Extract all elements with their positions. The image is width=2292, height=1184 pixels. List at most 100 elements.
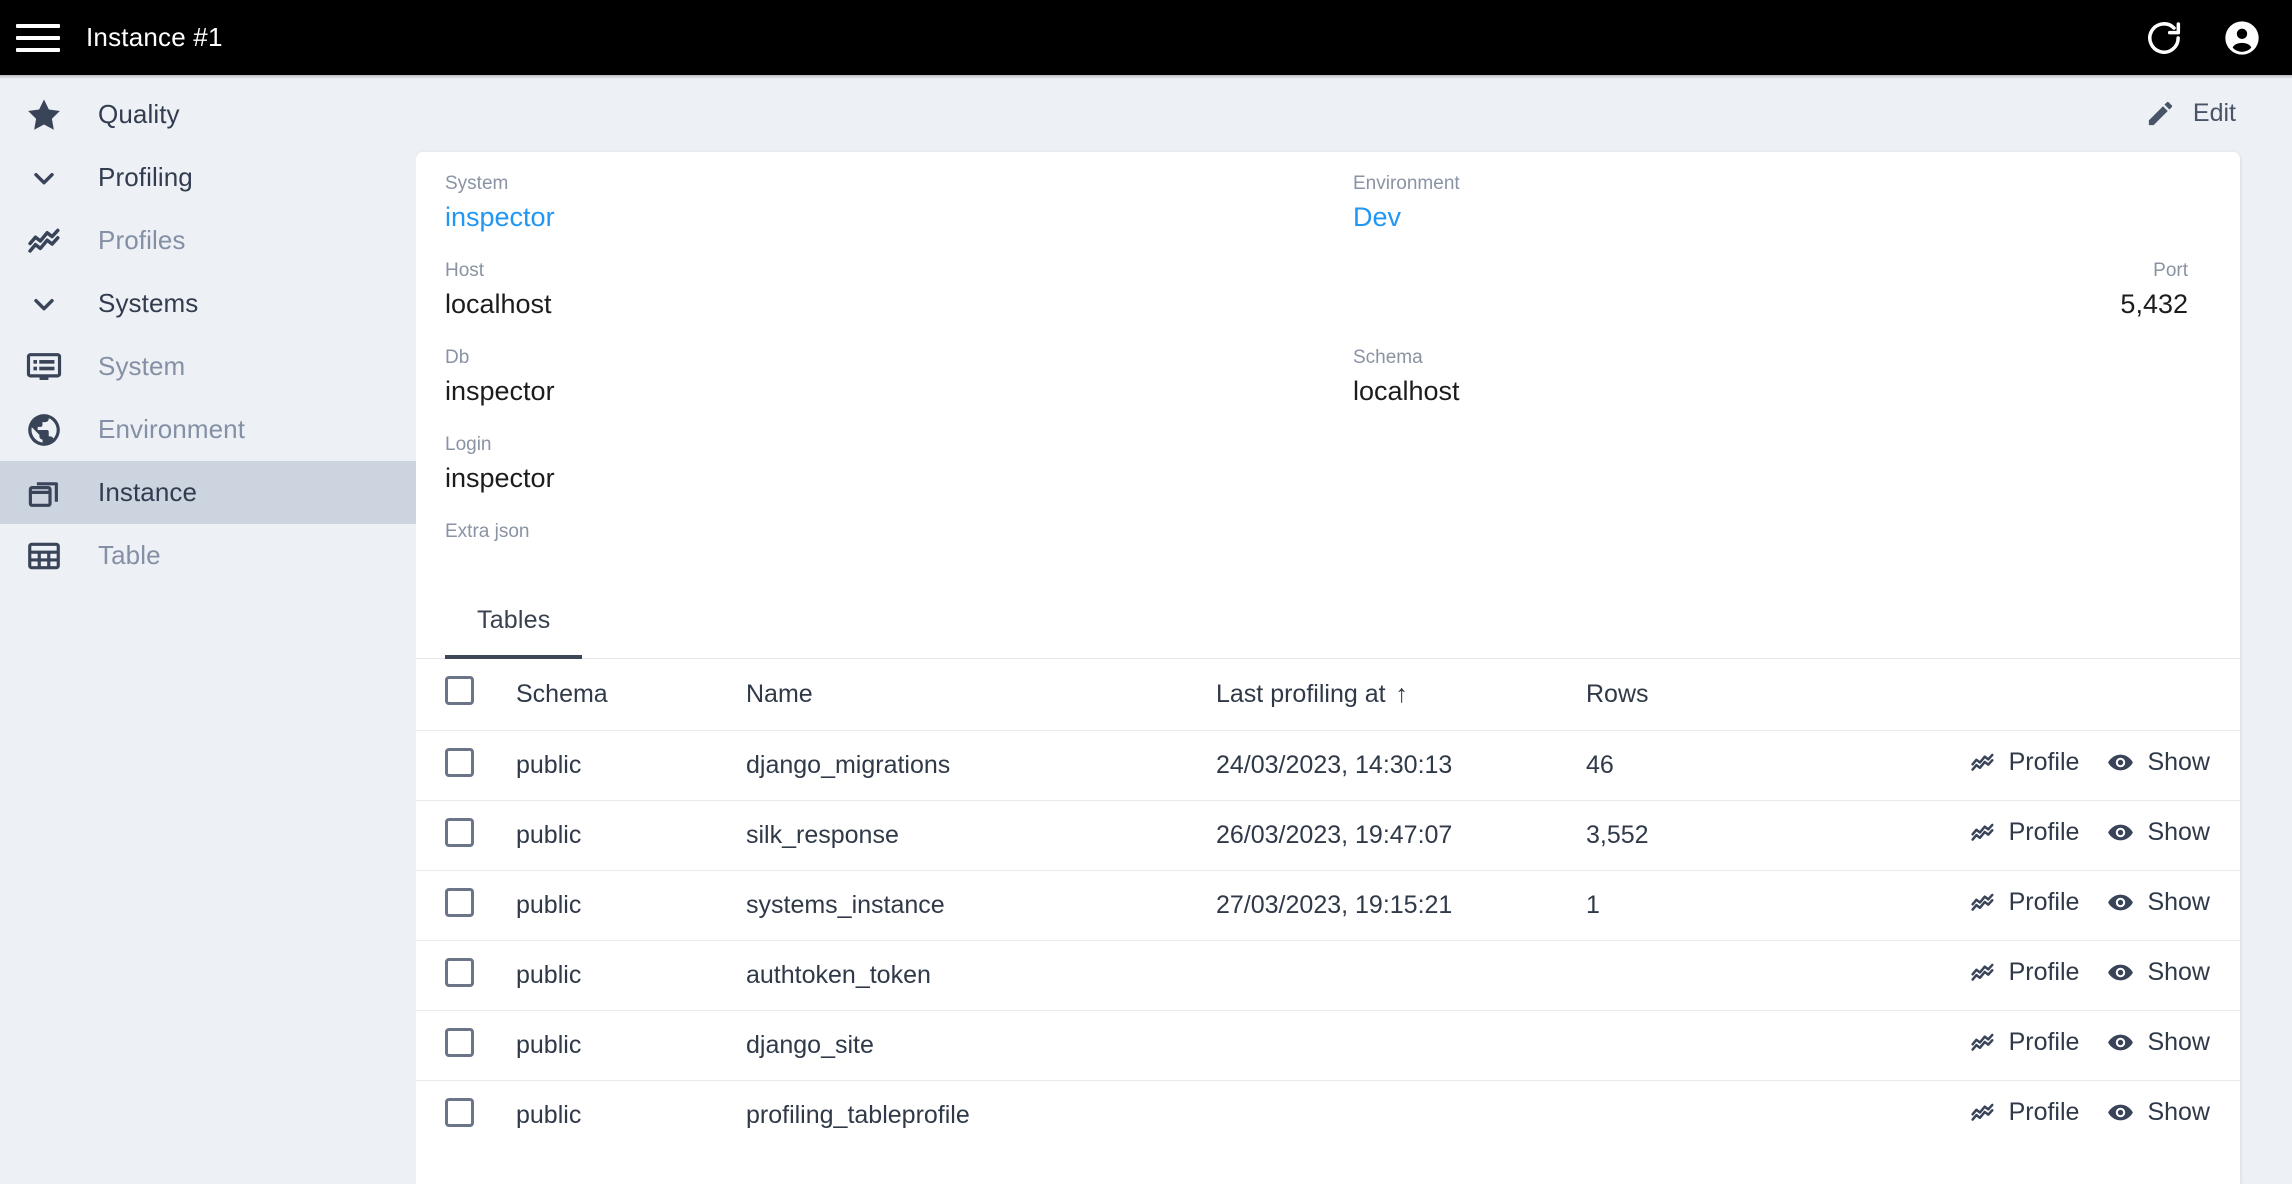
cell-actions: Profile Show <box>1896 871 2240 941</box>
table-row[interactable]: public profiling_tableprofile Profile Sh… <box>416 1080 2240 1151</box>
page-title: Instance #1 <box>86 22 223 52</box>
table-header-row: Schema Name Last profiling at ↑ Rows <box>416 659 2240 731</box>
show-button[interactable]: Show <box>2107 748 2210 777</box>
table-row[interactable]: public systems_instance 27/03/2023, 19:1… <box>416 870 2240 941</box>
profile-button[interactable]: Profile <box>1969 888 2080 917</box>
instance-details: System inspector Environment Dev Host lo… <box>416 152 2240 578</box>
chevron-down-icon <box>12 288 76 320</box>
table-row[interactable]: public authtoken_token Profile Show <box>416 940 2240 1011</box>
show-button-label: Show <box>2147 748 2210 777</box>
row-select-cell <box>416 1011 516 1081</box>
profile-button-label: Profile <box>2008 888 2080 917</box>
cell-actions: Profile Show <box>1896 941 2240 1011</box>
trending-icon <box>1969 819 1996 846</box>
eye-icon <box>2107 1029 2134 1056</box>
sidebar-item-systems[interactable]: Systems <box>0 272 416 335</box>
cell-rows: 1 <box>1586 891 1600 920</box>
cell-last-profiling-at <box>1216 1011 1586 1081</box>
sidebar-item-profiling[interactable]: Profiling <box>0 146 416 209</box>
field-login: Login inspector <box>445 434 1353 494</box>
select-all-cell <box>416 659 516 731</box>
show-button[interactable]: Show <box>2107 1028 2210 1057</box>
edit-button[interactable]: Edit <box>2145 98 2236 129</box>
profile-button-label: Profile <box>2008 748 2080 777</box>
profile-button[interactable]: Profile <box>1969 748 2080 777</box>
field-schema-label: Schema <box>1353 346 1423 368</box>
sidebar-item-system[interactable]: System <box>0 335 416 398</box>
field-environment-label: Environment <box>1353 173 1460 194</box>
table-head: Schema Name Last profiling at ↑ Rows <box>416 659 2240 731</box>
account-circle-icon[interactable] <box>2222 18 2262 58</box>
monitor-icon <box>12 348 76 386</box>
row-checkbox[interactable] <box>445 887 474 917</box>
eye-icon <box>2107 1099 2134 1126</box>
table-row[interactable]: public silk_response 26/03/2023, 19:47:0… <box>416 800 2240 871</box>
column-header-name[interactable]: Name <box>746 659 1216 731</box>
cell-name: django_migrations <box>746 751 951 780</box>
show-button[interactable]: Show <box>2107 1098 2210 1127</box>
select-all-checkbox[interactable] <box>445 676 474 706</box>
cell-schema: public <box>516 751 582 780</box>
field-login-value: inspector <box>445 462 555 493</box>
field-db: Db inspector <box>445 346 1353 407</box>
field-host-label: Host <box>445 259 485 281</box>
profile-button-label: Profile <box>2008 1098 2080 1127</box>
row-checkbox[interactable] <box>445 1097 474 1127</box>
show-button[interactable]: Show <box>2107 818 2210 847</box>
sidebar-item-quality[interactable]: Quality <box>0 83 416 146</box>
hamburger-menu-icon[interactable] <box>16 23 60 53</box>
table-row[interactable]: public django_migrations 24/03/2023, 14:… <box>416 730 2240 801</box>
sort-ascending-icon: ↑ <box>1395 679 1409 708</box>
profile-button-label: Profile <box>2008 1028 2080 1057</box>
topbar-actions <box>2144 18 2262 58</box>
profile-button[interactable]: Profile <box>1969 1098 2080 1127</box>
trending-icon <box>1969 1029 1996 1056</box>
cell-last-profiling-at: 26/03/2023, 19:47:07 <box>1216 821 1453 850</box>
cell-last-profiling-at: 24/03/2023, 14:30:13 <box>1216 751 1453 780</box>
cell-actions: Profile Show <box>1896 1081 2240 1151</box>
tab-tables[interactable]: Tables <box>445 584 583 659</box>
sidebar-item-environment[interactable]: Environment <box>0 398 416 461</box>
column-header-actions <box>1896 659 2240 731</box>
app-root: Instance #1 Quality Profiling Profiles S… <box>0 0 2292 1184</box>
column-header-schema[interactable]: Schema <box>516 659 746 731</box>
cell-schema: public <box>516 1031 582 1060</box>
field-system-value[interactable]: inspector <box>445 202 1353 233</box>
field-environment-value[interactable]: Dev <box>1353 202 2188 233</box>
sidebar-item-profiles[interactable]: Profiles <box>0 209 416 272</box>
windows-icon <box>12 474 76 512</box>
sidebar-item-table[interactable]: Table <box>0 524 416 587</box>
row-checkbox[interactable] <box>445 817 474 847</box>
sidebar-item-label: Systems <box>98 288 199 318</box>
sidebar-item-instance[interactable]: Instance <box>0 461 416 524</box>
refresh-icon[interactable] <box>2144 18 2184 58</box>
row-checkbox[interactable] <box>445 957 474 987</box>
layout-spacer <box>1353 522 2188 578</box>
profile-button[interactable]: Profile <box>1969 958 2079 987</box>
column-header-rows[interactable]: Rows <box>1586 659 1896 731</box>
sidebar-item-label: Table <box>98 540 161 570</box>
cell-name: systems_instance <box>746 891 945 920</box>
chevron-down-icon <box>12 162 76 194</box>
row-checkbox[interactable] <box>445 1027 474 1057</box>
cell-rows: 3,552 <box>1586 821 1649 850</box>
cell-schema: public <box>516 891 582 920</box>
topbar-shadow <box>0 75 2292 79</box>
sidebar-item-label: Quality <box>98 99 180 129</box>
column-header-last-profiling-at[interactable]: Last profiling at ↑ <box>1216 659 1586 731</box>
table-row[interactable]: public django_site Profile Show <box>416 1010 2240 1081</box>
profile-button[interactable]: Profile <box>1969 818 2079 847</box>
field-db-label: Db <box>445 346 470 368</box>
show-button[interactable]: Show <box>2107 888 2210 917</box>
field-host: Host localhost <box>445 259 1353 320</box>
sort-control[interactable]: Last profiling at ↑ <box>1216 680 1408 709</box>
profile-button[interactable]: Profile <box>1969 1028 2080 1057</box>
cell-rows <box>1586 941 1896 1011</box>
row-checkbox[interactable] <box>445 747 474 777</box>
show-button[interactable]: Show <box>2107 958 2210 987</box>
top-app-bar: Instance #1 <box>0 0 2292 75</box>
field-schema: Schema localhost <box>1353 346 2188 407</box>
star-icon <box>12 96 76 134</box>
cell-schema: public <box>516 1101 582 1130</box>
trending-icon <box>1969 1099 1996 1126</box>
